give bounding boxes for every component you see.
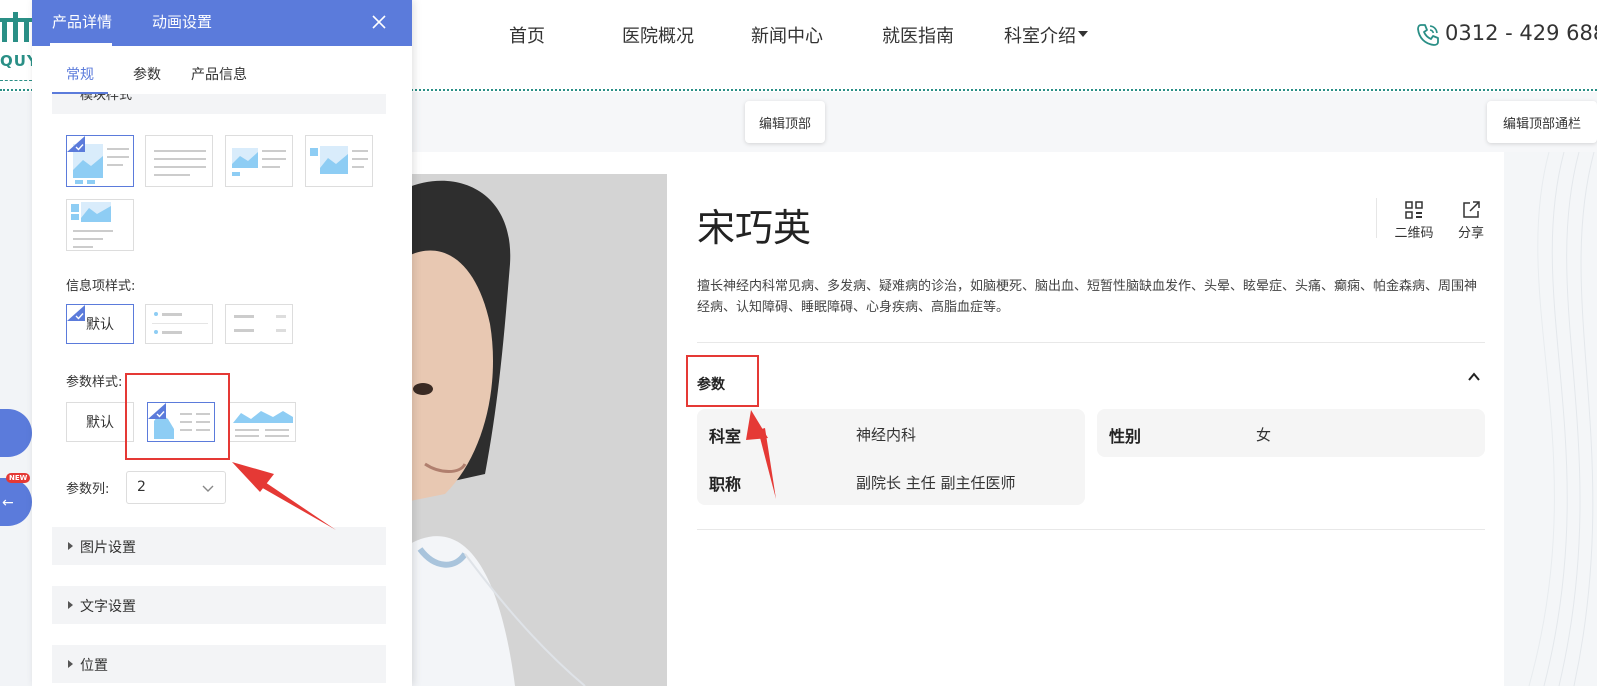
param-style-default-text: 默认 — [86, 415, 114, 431]
caret-right-icon — [68, 601, 73, 609]
caret-down-icon[interactable] — [1078, 31, 1088, 37]
doctor-photo — [405, 174, 667, 686]
module-style-option-3[interactable] — [225, 135, 293, 187]
caret-right-icon — [68, 660, 73, 668]
position-section[interactable]: 位置 — [52, 645, 386, 683]
active-tab-indicator — [50, 43, 112, 46]
param-style-label: 参数样式: — [66, 375, 123, 390]
decorative-pattern — [1504, 152, 1597, 686]
position-label: 位置 — [80, 658, 108, 674]
module-style-option-1[interactable] — [66, 135, 134, 187]
module-style-option-4[interactable] — [305, 135, 373, 187]
logo-divider — [0, 80, 32, 81]
module-style-option-2[interactable] — [145, 135, 213, 187]
params-divider — [697, 529, 1485, 530]
param-key-title: 职称 — [709, 475, 742, 494]
info-style-option-3[interactable] — [225, 304, 293, 344]
subtab-params[interactable]: 参数 — [133, 64, 161, 84]
nav-hospital-overview[interactable]: 医院概况 — [622, 22, 694, 48]
chevron-up-icon[interactable] — [1467, 370, 1481, 384]
param-cols-value: 2 — [137, 479, 146, 495]
subtab-product-info[interactable]: 产品信息 — [191, 64, 247, 84]
description-divider — [697, 342, 1485, 343]
info-style-default-text: 默认 — [86, 317, 114, 333]
nav-departments[interactable]: 科室介绍 — [1004, 22, 1076, 48]
text-settings-section[interactable]: 文字设置 — [52, 586, 386, 624]
selected-check-icon — [67, 305, 85, 321]
edit-top-bar-button[interactable]: 编辑顶部通栏 — [1487, 101, 1597, 143]
new-badge: NEW — [6, 473, 31, 483]
param-cols-label: 参数列: — [66, 482, 110, 497]
site-logo[interactable]: QUY — [0, 8, 38, 81]
subtab-general[interactable]: 常规 — [66, 64, 94, 84]
doctor-description: 擅长神经内科常见病、多发病、疑难病的诊治，如脑梗死、脑出血、短暂性脑缺血发作、头… — [697, 279, 1478, 315]
qrcode-button[interactable]: 二维码 — [1390, 200, 1438, 241]
param-value-department: 神经内科 — [856, 426, 917, 444]
annotation-box-params-title — [686, 355, 759, 407]
selected-check-icon — [67, 136, 85, 152]
panel-header: 产品详情 动画设置 — [32, 0, 412, 46]
annotation-box-param-style — [125, 373, 230, 460]
param-cols-select[interactable]: 2 — [126, 471, 226, 504]
info-style-label: 信息项样式: — [66, 279, 136, 294]
info-style-option-2[interactable] — [145, 304, 213, 344]
qrcode-icon — [1405, 201, 1423, 219]
param-style-default-option[interactable]: 默认 — [66, 402, 134, 442]
param-style-option-3[interactable] — [228, 402, 296, 442]
caret-right-icon — [68, 542, 73, 550]
info-style-default-option[interactable]: 默认 — [66, 304, 134, 344]
share-icon — [1463, 201, 1480, 218]
module-style-section-header[interactable]: 模块样式 — [52, 94, 386, 114]
chevron-down-icon — [202, 485, 214, 492]
phone-number: 0312 - 429 6880 — [1445, 21, 1597, 45]
params-column-right: 性别 女 — [1097, 409, 1485, 457]
nav-home[interactable]: 首页 — [509, 22, 545, 48]
share-label: 分享 — [1457, 226, 1484, 241]
image-settings-label: 图片设置 — [80, 540, 136, 556]
module-style-option-5[interactable] — [66, 199, 134, 251]
param-key-department: 科室 — [709, 427, 742, 446]
module-style-label: 模块样式 — [80, 94, 133, 103]
share-button[interactable]: 分享 — [1447, 200, 1495, 241]
param-value-gender: 女 — [1256, 426, 1272, 444]
nav-medical-guide[interactable]: 就医指南 — [882, 22, 954, 48]
edit-toolbar-band — [405, 92, 1597, 152]
image-settings-section[interactable]: 图片设置 — [52, 527, 386, 565]
text-settings-label: 文字设置 — [80, 599, 136, 615]
phone-icon — [1417, 24, 1439, 46]
nav-news-center[interactable]: 新闻中心 — [751, 22, 823, 48]
arrow-left-icon: ← — [2, 495, 14, 511]
param-value-title: 副院长 主任 副主任医师 — [856, 474, 1016, 492]
tab-product-detail[interactable]: 产品详情 — [52, 11, 112, 32]
tab-animation-settings[interactable]: 动画设置 — [152, 11, 212, 32]
tools-divider — [1376, 198, 1377, 238]
edit-header-button[interactable]: 编辑顶部 — [745, 101, 825, 143]
qrcode-label: 二维码 — [1394, 226, 1434, 241]
settings-panel: 产品详情 动画设置 常规 参数 产品信息 模块样式 信息项样式: 默认 参数样式… — [32, 0, 412, 686]
doctor-name: 宋巧英 — [697, 206, 812, 250]
param-key-gender: 性别 — [1109, 427, 1142, 446]
close-icon[interactable] — [367, 10, 391, 34]
hospital-logo-icon — [0, 12, 32, 42]
params-column-left: 科室 神经内科 职称 副院长 主任 副主任医师 — [697, 409, 1085, 505]
